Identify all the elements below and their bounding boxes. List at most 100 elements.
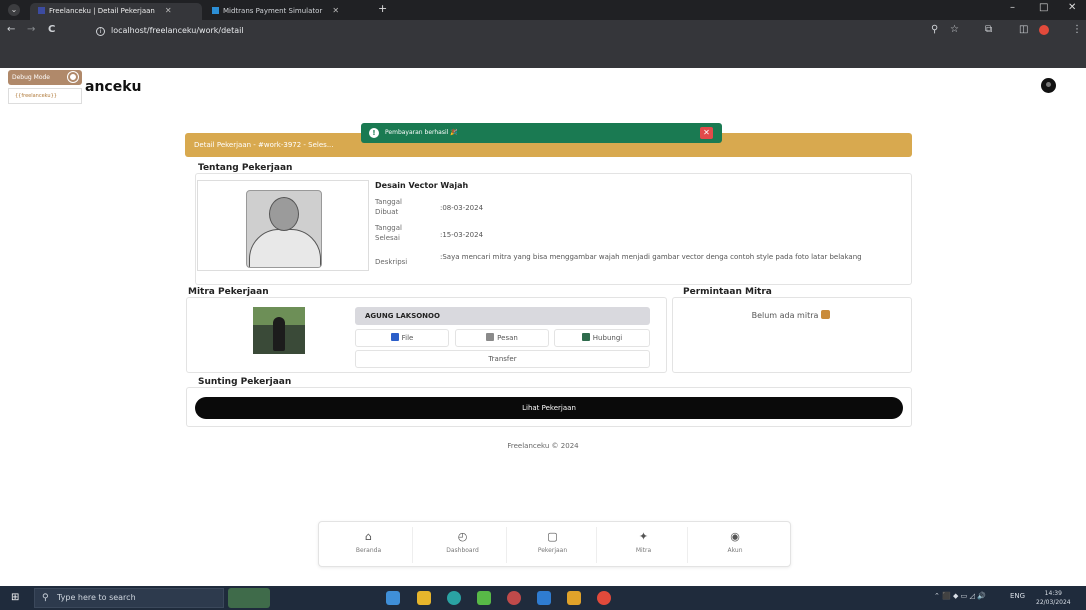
home-icon: ⌂ [365,530,372,543]
language-indicator[interactable]: ENG [1010,592,1025,600]
message-icon [486,333,495,341]
info-icon: ! [369,128,379,138]
toast-close-button[interactable]: ✕ [700,127,713,139]
transfer-button[interactable]: Transfer [355,350,650,368]
search-icon: ⚲ [42,593,49,603]
nav-label: Mitra [635,547,652,554]
created-date-label: Tanggal Dibuat [375,198,402,216]
person-icon [821,310,831,319]
vscode-app-icon[interactable] [386,591,400,605]
finished-date-value: :15-03-2024 [440,231,484,239]
close-window-icon[interactable]: ✕ [1068,2,1076,13]
contact-button[interactable]: Hubungi [554,329,650,347]
whatsapp-app-icon[interactable] [477,591,491,605]
taskbar-search-input[interactable]: ⚲ Type here to search [34,588,224,608]
clock-date: 22/03/2024 [1036,599,1071,606]
maximize-icon[interactable]: □ [1039,2,1048,13]
message-button[interactable]: Pesan [455,329,549,347]
app-icon[interactable] [507,591,521,605]
tab-freelanceku[interactable]: Freelanceku | Detail Pekerjaan ✕ [30,3,202,20]
partner-icon: ✦ [638,530,649,543]
partner-section-title: Mitra Pekerjaan [188,287,269,297]
nav-mitra[interactable]: ✦ Mitra [600,527,688,563]
extensions-icon[interactable]: ⧉ [985,24,992,35]
toast-message: Pembayaran berhasil 🎉 [385,129,458,136]
edit-section-title: Sunting Pekerjaan [198,377,292,387]
debug-mode-badge[interactable]: Debug Mode [8,70,82,85]
nav-label: Dashboard [446,547,479,554]
job-sketch-image [246,190,322,268]
job-reference-photo[interactable] [197,180,369,271]
reload-icon[interactable]: C [48,24,55,35]
clock-time: 14:39 [1044,590,1062,597]
requests-card [672,297,912,373]
description-label: Deskripsi [375,258,408,266]
minimize-icon[interactable]: – [1010,2,1015,13]
address-bar[interactable]: i localhost/freelanceku/work/detail [96,23,911,39]
user-avatar-icon[interactable] [1041,78,1056,93]
partner-name: AGUNG LAKSONOO [355,307,650,325]
brand-title[interactable]: anceku [85,79,142,95]
account-icon: ◉ [730,530,740,543]
bookmark-star-icon[interactable]: ☆ [950,24,959,35]
close-tab-icon[interactable]: ✕ [332,6,339,15]
browser-toolbar: ← → C i localhost/freelanceku/work/detail… [0,20,1086,68]
nav-pekerjaan[interactable]: ▢ Pekerjaan [509,527,597,563]
tab-midtrans[interactable]: Midtrans Payment Simulator ✕ [204,3,374,20]
tab-search-button[interactable]: ⌄ [8,4,20,16]
nav-dashboard[interactable]: ◴ Dashboard [419,527,507,563]
store-app-icon[interactable] [537,591,551,605]
created-date-value: :08-03-2024 [440,204,484,212]
app-icon[interactable] [567,591,581,605]
bottom-navigation: ⌂ Beranda ◴ Dashboard ▢ Pekerjaan ✦ Mitr… [318,521,791,567]
nav-label: Akun [727,547,743,554]
search-placeholder: Type here to search [57,593,136,602]
tab-label: Midtrans Payment Simulator [223,7,323,15]
finished-date-label: Tanggal Selesai [375,224,402,242]
message-label: Pesan [497,334,518,342]
zoom-icon[interactable]: ⚲ [931,24,938,35]
no-partner-message: Belum ada mitra [672,310,910,320]
footer-copyright: Freelanceku © 2024 [507,442,579,450]
debug-mode-label: Debug Mode [12,74,50,81]
url-text: localhost/freelanceku/work/detail [111,26,244,35]
forward-icon[interactable]: → [27,24,35,35]
nav-label: Beranda [355,547,382,554]
requests-section-title: Permintaan Mitra [683,287,772,297]
debug-toggle-icon[interactable] [68,72,78,82]
site-info-icon[interactable]: i [96,27,105,36]
new-tab-button[interactable]: + [378,2,387,15]
file-button[interactable]: File [355,329,449,347]
contact-label: Hubungi [592,334,623,342]
dashboard-icon: ◴ [457,530,468,543]
file-explorer-app-icon[interactable] [417,591,431,605]
debug-template-label: {{freelanceku}} [8,88,82,104]
phone-icon [581,333,590,341]
edge-app-icon[interactable] [447,591,461,605]
browser-menu-icon[interactable]: ⋮ [1072,24,1082,35]
payment-success-toast: ! Pembayaran berhasil 🎉 ✕ [361,123,722,143]
freelanceku-favicon-icon [38,7,45,14]
job-section-title: Tentang Pekerjaan [198,163,293,173]
system-tray-icons[interactable]: ⌃ ⬛ ◆ ▭ ◿ 🔊 [934,592,986,600]
widgets-icon[interactable] [228,588,270,608]
file-label: File [401,334,414,342]
nav-akun[interactable]: ◉ Akun [691,527,779,563]
view-job-button[interactable]: Lihat Pekerjaan [195,397,903,419]
partner-photo[interactable] [253,307,305,354]
no-partner-text: Belum ada mitra [751,311,819,320]
work-icon: ▢ [547,530,558,543]
chrome-app-icon[interactable] [597,591,611,605]
description-value: :Saya mencari mitra yang bisa menggambar… [440,253,862,261]
windows-start-icon[interactable]: ⊞ [11,592,22,603]
taskbar-clock[interactable]: 14:39 22/03/2024 [1036,589,1071,607]
nav-label: Pekerjaan [537,547,568,554]
job-name: Desain Vector Wajah [375,181,469,190]
profile-avatar-icon[interactable] [1039,25,1049,35]
back-icon[interactable]: ← [7,24,15,35]
browser-tab-bar: ⌄ Freelanceku | Detail Pekerjaan ✕ Midtra… [0,0,1086,20]
nav-beranda[interactable]: ⌂ Beranda [325,527,413,563]
file-icon [390,333,399,341]
close-tab-icon[interactable]: ✕ [165,6,172,15]
side-panel-icon[interactable]: ◫ [1019,24,1028,35]
